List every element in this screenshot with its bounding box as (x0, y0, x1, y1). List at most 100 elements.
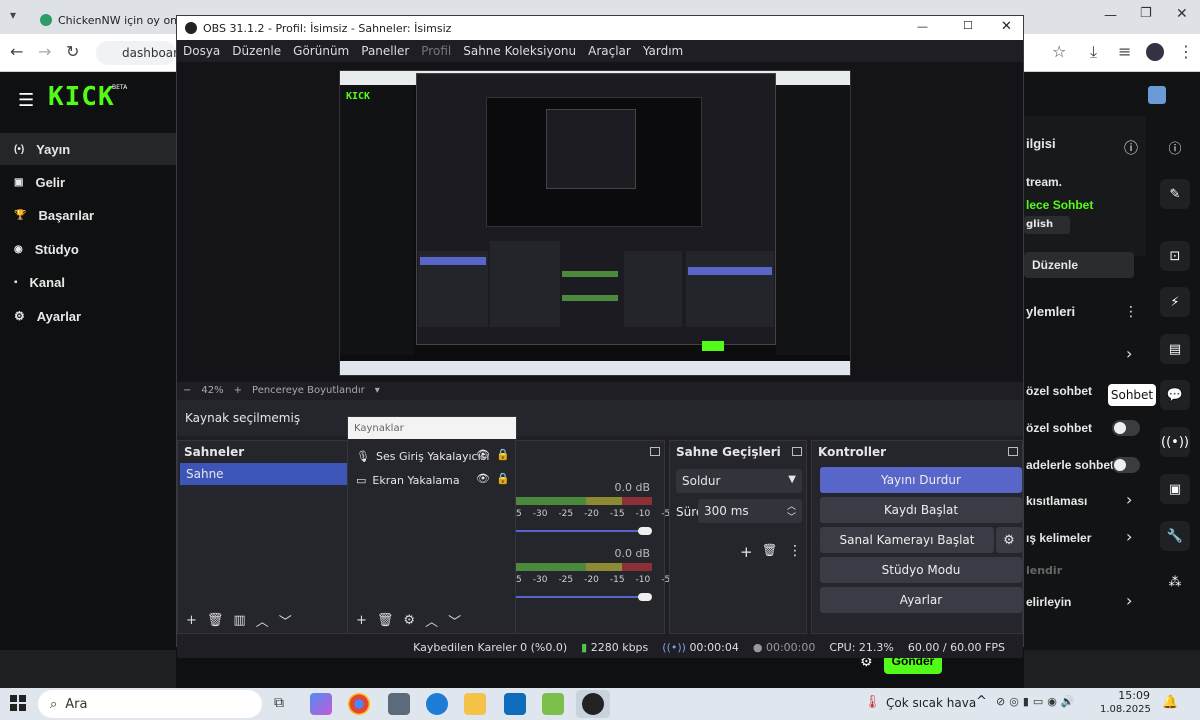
chevron-right-icon[interactable]: › (1126, 490, 1132, 509)
extension-icon[interactable] (1148, 86, 1166, 104)
trash-icon[interactable]: 🗑 (762, 543, 777, 557)
chrome-icon[interactable] (348, 693, 370, 715)
move-down-icon[interactable]: ﹀ (279, 611, 292, 630)
minecraft-icon[interactable] (542, 693, 564, 715)
menu-paneller[interactable]: Paneller (361, 44, 409, 58)
broadcast-icon[interactable]: ((•)) (1160, 427, 1190, 457)
source-item[interactable]: 🎙 Ses Giriş Yakalayıcısı 👁 🔒 (356, 447, 510, 465)
windows-start-icon[interactable] (10, 695, 26, 711)
info-circle-icon[interactable]: ⓘ (1160, 132, 1190, 162)
clock-time[interactable]: 15:09 (1110, 689, 1150, 702)
browser-menu-icon[interactable]: ⋮ (1178, 42, 1194, 61)
close-browser-icon[interactable]: ✕ (1176, 6, 1188, 22)
obs-maximize-icon[interactable]: ☐ (963, 19, 973, 32)
private-chat-toggle[interactable] (1112, 420, 1140, 436)
more-options-icon[interactable]: ⋮ (788, 543, 802, 559)
studio-mode-button[interactable]: Stüdyo Modu (820, 557, 1022, 583)
sidebar-item-gelir[interactable]: ▣ Gelir (0, 166, 176, 198)
menu-araclar[interactable]: Araçlar (588, 44, 631, 58)
menu-profil[interactable]: Profil (421, 44, 451, 58)
chevron-up-icon[interactable]: ^ (976, 694, 987, 709)
back-icon[interactable]: ← (10, 42, 23, 61)
kick-logo[interactable]: KICK (48, 82, 115, 112)
filter-icon[interactable]: ▥ (233, 613, 245, 628)
add-icon[interactable]: + (186, 613, 197, 628)
duration-input[interactable]: 300 ms ︿ ﹀ (698, 499, 802, 523)
move-down-icon[interactable]: ﹀ (448, 611, 461, 630)
obs-close-icon[interactable]: ✕ (1001, 19, 1012, 34)
menu-dosya[interactable]: Dosya (183, 44, 220, 58)
transition-select[interactable]: Soldur ▼ (676, 469, 802, 493)
sidebar-item-studyo[interactable]: ◉ Stüdyo (0, 233, 176, 265)
chevron-right-icon[interactable]: › (1126, 344, 1132, 363)
move-up-icon[interactable]: ︿ (256, 611, 269, 630)
taskbar-search[interactable]: ⌕ Ara (38, 690, 262, 718)
add-icon[interactable]: + (356, 613, 367, 628)
copilot-icon[interactable] (310, 693, 332, 715)
volume-slider[interactable] (516, 596, 640, 598)
apps-icon[interactable]: ⁂ (1160, 567, 1190, 597)
notes-icon[interactable]: ▤ (1160, 334, 1190, 364)
popout-icon[interactable] (1008, 447, 1018, 456)
source-item[interactable]: ▭ Ekran Yakalama 👁 🔒 (356, 471, 510, 489)
file-explorer-icon[interactable] (464, 693, 486, 715)
forward-icon[interactable]: → (38, 42, 51, 61)
visibility-eye-icon[interactable]: 👁 (476, 472, 490, 485)
outlook-icon[interactable] (504, 693, 526, 715)
bookmark-star-icon[interactable]: ☆ (1052, 42, 1066, 61)
virtual-camera-settings-gear-icon[interactable]: ⚙ (996, 527, 1022, 553)
trash-icon[interactable]: 🗑 (377, 613, 394, 628)
store-icon[interactable] (388, 693, 410, 715)
chat-link[interactable]: lece Sohbet (1026, 198, 1093, 212)
download-icon[interactable]: ⤓ (1090, 42, 1097, 62)
chevron-down-icon[interactable]: ▾ (375, 385, 380, 396)
edge-icon[interactable] (426, 693, 448, 715)
obs-minimize-icon[interactable]: — (917, 20, 928, 33)
volume-slider-knob[interactable] (638, 593, 652, 601)
task-view-icon[interactable]: ⧉ (274, 695, 284, 711)
chevron-right-icon[interactable]: › (1126, 591, 1132, 610)
trash-icon[interactable]: 🗑 (207, 613, 224, 628)
clock-date[interactable]: 1.08.2025 (1100, 704, 1151, 715)
minimize-browser-icon[interactable]: — (1104, 8, 1117, 23)
chat-icon[interactable]: 💬 (1160, 380, 1190, 410)
more-options-icon[interactable]: ⋮ (1124, 304, 1138, 320)
wrench-icon[interactable]: 🔧 (1160, 521, 1190, 551)
sidebar-item-ayarlar[interactable]: ⚙ Ayarlar (0, 300, 176, 332)
sidebar-item-kanal[interactable]: ▪ Kanal (0, 266, 176, 298)
lock-icon[interactable]: 🔒 (496, 448, 510, 461)
popout-icon[interactable] (792, 447, 802, 456)
edit-button[interactable]: Düzenle (1024, 252, 1134, 278)
start-recording-button[interactable]: Kaydı Başlat (820, 497, 1022, 523)
reload-icon[interactable]: ↻ (66, 42, 79, 61)
zoom-out-button[interactable]: − (183, 385, 191, 396)
tab-list-icon[interactable]: ▾ (10, 8, 16, 22)
obs-taskbar-button[interactable] (576, 690, 610, 718)
move-up-icon[interactable]: ︿ (425, 611, 438, 630)
address-bar[interactable]: dashboard (96, 41, 185, 65)
sidebar-item-yayin[interactable]: (•) Yayın (0, 133, 176, 165)
sidebar-item-basarilar[interactable]: 🏆 Başarılar (0, 199, 176, 231)
lock-icon[interactable]: 🔒 (496, 472, 510, 485)
menu-yardim[interactable]: Yardım (643, 44, 683, 58)
popout-icon[interactable] (650, 447, 660, 456)
spin-down-icon[interactable]: ﹀ (787, 510, 796, 523)
pencil-icon[interactable]: ✎ (1160, 179, 1190, 209)
stop-stream-button[interactable]: Yayını Durdur (820, 467, 1022, 493)
maximize-browser-icon[interactable]: ❐ (1140, 6, 1152, 21)
add-icon[interactable]: + (740, 543, 753, 561)
menu-sahne-koleksiyonu[interactable]: Sahne Koleksiyonu (463, 44, 576, 58)
obs-preview-canvas[interactable]: KICK (177, 62, 1023, 382)
menu-duzenle[interactable]: Düzenle (232, 44, 281, 58)
settings-button[interactable]: Ayarlar (820, 587, 1022, 613)
menu-gorunum[interactable]: Görünüm (293, 44, 349, 58)
scene-icon[interactable]: ⊡ (1160, 241, 1190, 271)
start-virtual-camera-button[interactable]: Sanal Kamerayı Başlat (820, 527, 994, 553)
notification-bell-icon[interactable]: 🔔 (1162, 695, 1178, 710)
chevron-right-icon[interactable]: › (1126, 527, 1132, 546)
volume-slider[interactable] (516, 530, 640, 532)
lightning-icon[interactable]: ⚡ (1160, 287, 1190, 317)
media-icon[interactable]: ≡ (1118, 42, 1131, 61)
followers-chat-toggle[interactable] (1112, 457, 1140, 473)
weather-text[interactable]: Çok sıcak hava (886, 696, 976, 710)
